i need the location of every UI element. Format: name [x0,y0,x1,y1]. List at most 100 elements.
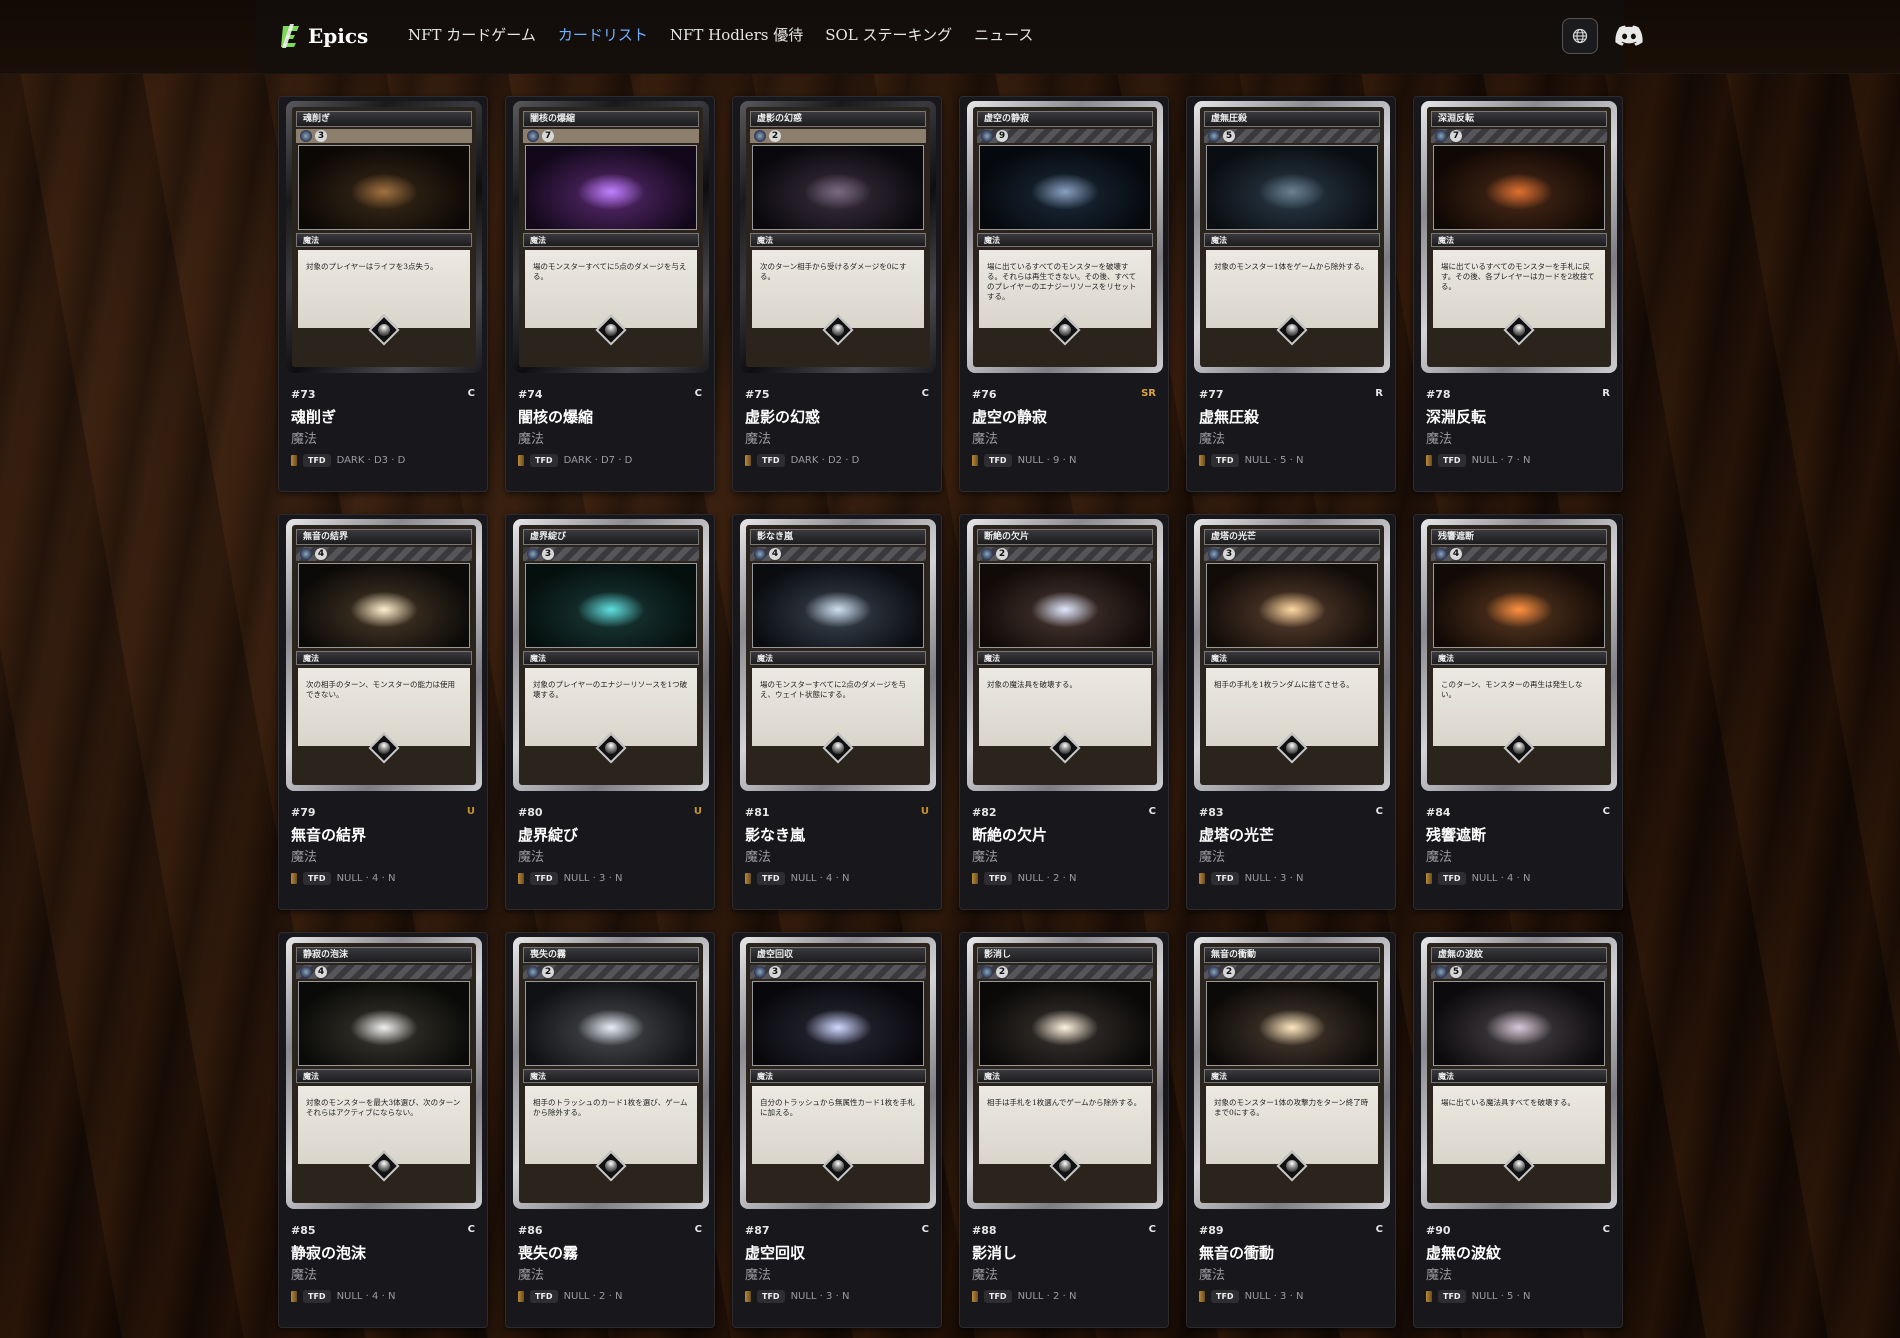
set-badge: TFD [530,454,558,467]
card-image-type: 魔法 [296,651,472,665]
book-icon [972,455,978,466]
card-frame: 静寂の泡沫 4 魔法 対象のモンスターを最大3体選び、次のターンそれらはアクティ… [292,943,476,1203]
card-tile[interactable]: 喪失の霧 2 魔法 相手のトラッシュのカード1枚を選び、ゲームから除外する。 #… [505,932,715,1328]
card-image-title: 残響遮断 [1431,529,1607,545]
card-tile[interactable]: 無音の衝動 2 魔法 対象のモンスター1体の攻撃力をターン終了時まで0にする。 … [1186,932,1396,1328]
nav-card-list[interactable]: カードリスト [558,24,648,45]
card-tile[interactable]: 虚界綻び 3 魔法 対象のプレイヤーのエナジーリソースを1つ破壊する。 #80 … [505,514,715,910]
card-attributes: NULL · 3 · N [1244,1291,1304,1302]
card-image: 静寂の泡沫 4 魔法 対象のモンスターを最大3体選び、次のターンそれらはアクティ… [286,937,482,1209]
card-cost: 4 [1450,548,1462,560]
card-tile[interactable]: 深淵反転 7 魔法 場に出ているすべてのモンスターを手札に戻す。その後、各プレイ… [1413,96,1623,492]
brand-logo[interactable]: Epics [280,24,368,48]
card-cost: 5 [1450,966,1462,978]
card-frame: 虚空回収 3 魔法 自分のトラッシュから無属性カード1枚を手札に加える。 [746,943,930,1203]
card-number: #78 [1426,388,1451,401]
card-image: 無音の衝動 2 魔法 対象のモンスター1体の攻撃力をターン終了時まで0にする。 [1194,937,1390,1209]
card-tile[interactable]: 静寂の泡沫 4 魔法 対象のモンスターを最大3体選び、次のターンそれらはアクティ… [278,932,488,1328]
card-image-title: 喪失の霧 [523,947,699,963]
epics-logo-icon [281,24,299,48]
mana-icon [527,966,539,978]
card-image-type: 魔法 [523,1069,699,1083]
card-image: 影なき嵐 4 魔法 場のモンスターすべてに2点のダメージを与え、ウェイト状態にす… [740,519,936,791]
card-number: #83 [1199,806,1224,819]
card-tile[interactable]: 無音の結界 4 魔法 次の相手のターン、モンスターの能力は使用できない。 #79… [278,514,488,910]
set-badge: TFD [1438,1290,1466,1303]
card-meta: TFD NULL · 3 · N [1199,872,1303,885]
nav-news[interactable]: ニュース [974,24,1033,45]
card-image-type: 魔法 [1204,651,1380,665]
card-artwork [752,981,924,1066]
mana-icon [981,966,993,978]
card-cost-bar: 4 [750,547,926,561]
set-badge: TFD [1211,872,1239,885]
card-name: 虚無の波紋 [1426,1244,1502,1262]
card-rarity: R [1375,388,1383,399]
card-attributes: NULL · 4 · N [790,873,850,884]
card-frame: 虚界綻び 3 魔法 対象のプレイヤーのエナジーリソースを1つ破壊する。 [519,525,703,785]
card-meta: TFD NULL · 4 · N [291,1290,395,1303]
card-rarity: U [693,806,702,817]
book-icon [972,1291,978,1302]
card-name: 無音の結界 [291,826,367,844]
nav-sol-staking[interactable]: SOL ステーキング [825,24,952,45]
card-cost: 7 [542,130,554,142]
card-rarity: C [467,1224,475,1235]
card-name: 闇核の爆縮 [518,408,594,426]
card-tile[interactable]: 虚空の静寂 9 魔法 場に出ているすべてのモンスターを破壊する。それらは再生でき… [959,96,1169,492]
card-type: 魔法 [745,850,772,865]
nav-nft-card-game[interactable]: NFT カードゲーム [408,24,536,45]
card-tile[interactable]: 断絶の欠片 2 魔法 対象の魔法具を破壊する。 #82 C 断絶の欠片 魔法 T… [959,514,1169,910]
card-frame: 断絶の欠片 2 魔法 対象の魔法具を破壊する。 [973,525,1157,785]
card-cost-bar: 5 [1204,129,1380,143]
card-image-type: 魔法 [750,651,926,665]
card-image-title: 影なき嵐 [750,529,926,545]
card-tile[interactable]: 残響遮断 4 魔法 このターン、モンスターの再生は発生しない。 #84 C 残響… [1413,514,1623,910]
card-tile[interactable]: 影なき嵐 4 魔法 場のモンスターすべてに2点のダメージを与え、ウェイト状態にす… [732,514,942,910]
book-icon [1199,455,1205,466]
card-image: 虚界綻び 3 魔法 対象のプレイヤーのエナジーリソースを1つ破壊する。 [513,519,709,791]
card-image-type: 魔法 [296,1069,472,1083]
card-type: 魔法 [291,432,318,447]
language-button[interactable] [1562,18,1598,54]
card-tile[interactable]: 虚影の幻惑 2 魔法 次のターン相手から受けるダメージを0にする。 #75 C … [732,96,942,492]
card-tile[interactable]: 虚塔の光芒 3 魔法 相手の手札を1枚ランダムに捨てさせる。 #83 C 虚塔の… [1186,514,1396,910]
set-badge: TFD [1211,1290,1239,1303]
card-cost: 4 [769,548,781,560]
card-artwork [1433,563,1605,648]
discord-icon[interactable] [1615,24,1643,48]
nav-nft-holders[interactable]: NFT Hodlers 優待 [670,24,803,45]
card-name: 虚塔の光芒 [1199,826,1275,844]
card-name: 虚空の静寂 [972,408,1048,426]
book-icon [291,455,297,466]
card-meta: TFD NULL · 4 · N [291,872,395,885]
card-rarity: U [920,806,929,817]
card-tile[interactable]: 虚空回収 3 魔法 自分のトラッシュから無属性カード1枚を手札に加える。 #87… [732,932,942,1328]
set-badge: TFD [1211,454,1239,467]
card-tile[interactable]: 影消し 2 魔法 相手は手札を1枚選んでゲームから除外する。 #88 C 影消し… [959,932,1169,1328]
card-image-type: 魔法 [523,651,699,665]
card-tile[interactable]: 虚無圧殺 5 魔法 対象のモンスター1体をゲームから除外する。 #77 R 虚無… [1186,96,1396,492]
card-artwork [298,981,470,1066]
book-icon [1426,873,1432,884]
card-number: #73 [291,388,316,401]
card-image-type: 魔法 [1204,233,1380,247]
set-badge: TFD [1438,872,1466,885]
card-cost: 2 [996,966,1008,978]
card-artwork [525,563,697,648]
card-tile[interactable]: 魂削ぎ 3 魔法 対象のプレイヤーはライフを3点失う。 #73 C 魂削ぎ 魔法… [278,96,488,492]
card-attributes: DARK · D3 · D [336,455,406,466]
card-rarity: C [694,388,702,399]
card-number: #74 [518,388,543,401]
card-image: 深淵反転 7 魔法 場に出ているすべてのモンスターを手札に戻す。その後、各プレイ… [1421,101,1617,373]
card-frame: 闇核の爆縮 7 魔法 場のモンスターすべてに5点のダメージを与える。 [519,107,703,367]
card-image-title: 静寂の泡沫 [296,947,472,963]
card-rarity: U [466,806,475,817]
mana-icon [981,130,993,142]
card-tile[interactable]: 虚無の波紋 5 魔法 場に出ている魔法具すべてを破壊する。 #90 C 虚無の波… [1413,932,1623,1328]
book-icon [518,455,524,466]
card-tile[interactable]: 闇核の爆縮 7 魔法 場のモンスターすべてに5点のダメージを与える。 #74 C… [505,96,715,492]
card-number: #80 [518,806,543,819]
card-meta: TFD NULL · 5 · N [1426,1290,1530,1303]
card-image: 闇核の爆縮 7 魔法 場のモンスターすべてに5点のダメージを与える。 [513,101,709,373]
